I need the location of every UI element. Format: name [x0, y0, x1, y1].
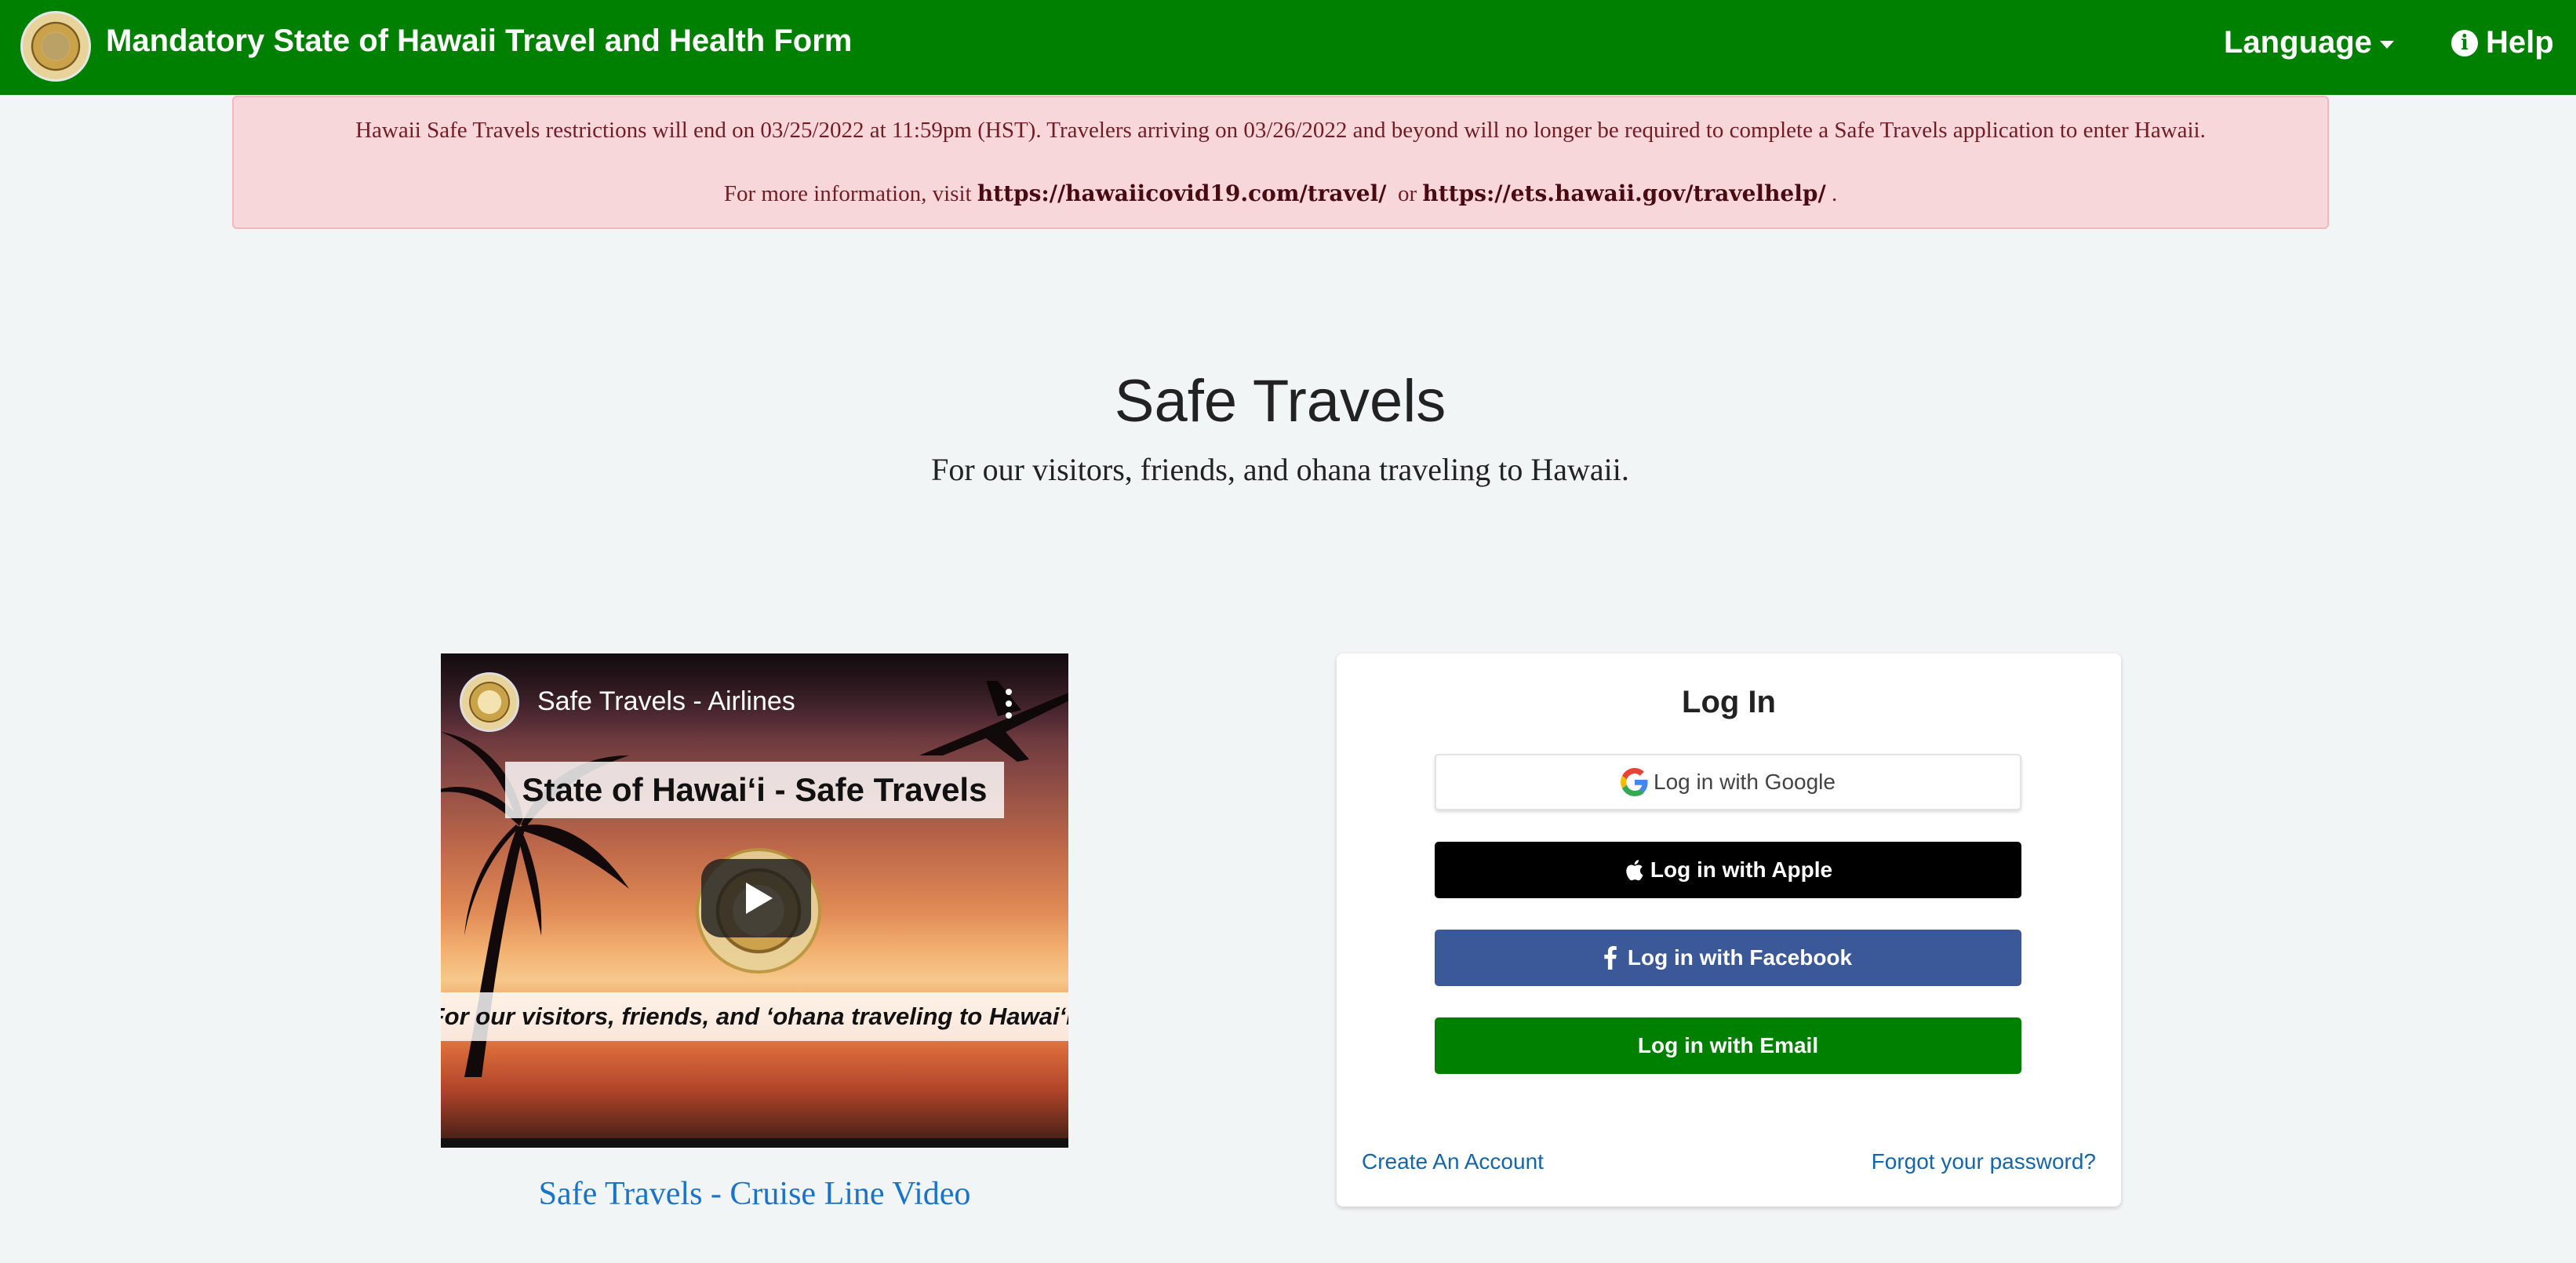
video-caption-text: For our visitors, friends, and ʻohana tr… [441, 1003, 1068, 1030]
video-caption-strip: For our visitors, friends, and ʻohana tr… [441, 992, 1068, 1041]
alert-message: Hawaii Safe Travels restrictions will en… [355, 118, 2206, 143]
video-bottom-bar [441, 1138, 1068, 1148]
play-button[interactable] [701, 859, 811, 937]
airlines-video-player[interactable]: Safe Travels - Airlines State of Hawaiʻi… [441, 653, 1068, 1148]
login-card: Log In Log in with Google Log in with Ap… [1337, 653, 2121, 1207]
google-login-label: Log in with Google [1654, 770, 1836, 794]
facebook-login-label: Log in with Facebook [1627, 945, 1853, 970]
language-dropdown[interactable]: Language [2224, 25, 2394, 60]
email-login-button[interactable]: Log in with Email [1435, 1017, 2021, 1074]
video-banner-text: State of Hawaiʻi - Safe Travels [522, 771, 988, 808]
facebook-icon [1604, 946, 1617, 970]
apple-login-label: Log in with Apple [1650, 857, 1833, 882]
google-login-button[interactable]: Log in with Google [1435, 754, 2021, 810]
top-navbar: Mandatory State of Hawaii Travel and Hea… [0, 0, 2576, 95]
cruise-line-video-link[interactable]: Safe Travels - Cruise Line Video [441, 1175, 1068, 1213]
page-title: Safe Travels [1114, 368, 1446, 435]
video-title[interactable]: Safe Travels - Airlines [537, 686, 795, 717]
language-label: Language [2224, 25, 2372, 60]
apple-icon [1626, 860, 1643, 881]
help-link[interactable]: i Help [2451, 25, 2554, 60]
page-subtitle: For our visitors, friends, and ohana tra… [931, 452, 1629, 487]
navbar-brand[interactable]: Mandatory State of Hawaii Travel and Hea… [106, 24, 852, 59]
alert-suffix: . [1831, 181, 1838, 206]
email-login-label: Log in with Email [1637, 1033, 1819, 1057]
caret-down-icon [2379, 40, 2394, 49]
hawaiicovid19-link[interactable]: https://hawaiicovid19.com/travel/ [977, 180, 1387, 206]
more-options-icon[interactable] [1004, 689, 1013, 719]
state-seal-logo[interactable] [20, 11, 91, 82]
video-banner: State of Hawaiʻi - Safe Travels [505, 762, 1004, 818]
forgot-password-link[interactable]: Forgot your password? [1872, 1149, 2096, 1174]
info-icon: i [2451, 29, 2478, 56]
login-title: Log In [1682, 685, 1776, 719]
channel-avatar[interactable] [460, 672, 519, 732]
play-icon [746, 883, 773, 914]
alert-more-info: For more information, visit https://hawa… [234, 180, 2327, 207]
ets-travelhelp-link[interactable]: https://ets.hawaii.gov/travelhelp/ [1422, 180, 1825, 206]
alert-more-info-prefix: For more information, visit [723, 181, 972, 206]
google-icon [1621, 768, 1648, 796]
alert-connector: or [1397, 181, 1417, 206]
create-account-link[interactable]: Create An Account [1362, 1149, 1544, 1174]
help-label: Help [2486, 25, 2554, 60]
restrictions-alert: Hawaii Safe Travels restrictions will en… [232, 96, 2329, 229]
facebook-login-button[interactable]: Log in with Facebook [1435, 930, 2021, 986]
apple-login-button[interactable]: Log in with Apple [1435, 842, 2021, 898]
